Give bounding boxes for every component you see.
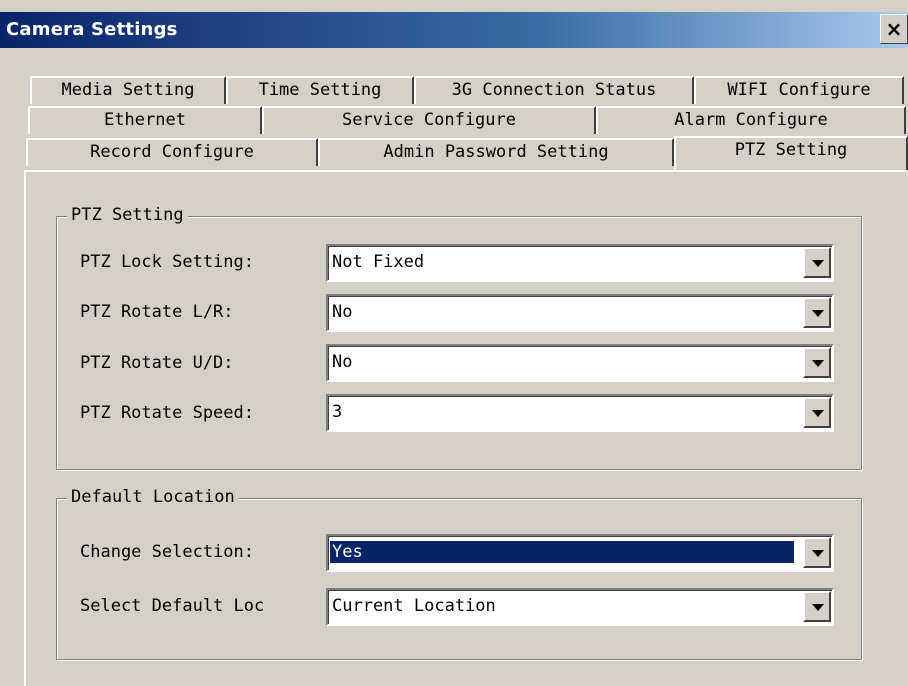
tab-record-configure[interactable]: Record Configure	[26, 138, 318, 166]
select-default-location-select[interactable]: Current Location	[326, 588, 834, 626]
change-selection-select[interactable]: Yes	[326, 534, 834, 572]
close-button[interactable]: ×	[880, 14, 908, 44]
window-title: Camera Settings	[6, 19, 178, 40]
tab-label: WIFI Configure	[727, 80, 871, 100]
ptz-rotate-speed-select[interactable]: 3	[326, 394, 834, 432]
tab-alarm-configure[interactable]: Alarm Configure	[596, 106, 906, 134]
chevron-down-icon[interactable]	[803, 591, 831, 622]
select-value: Current Location	[332, 596, 496, 616]
tab-label: Time Setting	[258, 80, 382, 100]
ptz-rotate-lr-select[interactable]: No	[326, 294, 834, 332]
tab-label: Ethernet	[104, 110, 186, 130]
tab-wifi-configure[interactable]: WIFI Configure	[694, 76, 904, 104]
group-title: Default Location	[67, 487, 239, 507]
tab-label: 3G Connection Status	[451, 80, 657, 100]
chevron-down-icon[interactable]	[803, 397, 831, 428]
ptz-lock-setting-select[interactable]: Not Fixed	[326, 244, 834, 282]
camera-settings-dialog: Camera Settings × Media Setting Time Set…	[0, 0, 908, 686]
field-label: Select Default Loc	[80, 596, 265, 616]
field-label: PTZ Rotate Speed:	[80, 403, 254, 423]
tab-service-configure[interactable]: Service Configure	[262, 106, 596, 134]
ptz-rotate-ud-select[interactable]: No	[326, 344, 834, 382]
chevron-down-icon[interactable]	[803, 247, 831, 278]
select-value: No	[332, 352, 353, 372]
tab-ethernet[interactable]: Ethernet	[28, 106, 262, 134]
field-label: PTZ Rotate U/D:	[80, 353, 234, 373]
tab-admin-password-setting[interactable]: Admin Password Setting	[318, 138, 674, 166]
select-value: 3	[332, 402, 343, 422]
field-label: Change Selection:	[80, 542, 254, 562]
tab-panel-ptz-setting: PTZ Setting PTZ Lock Setting: Not Fixed …	[24, 170, 908, 686]
tab-label: Service Configure	[342, 110, 516, 130]
field-label: PTZ Lock Setting:	[80, 252, 254, 272]
tab-label: Alarm Configure	[674, 110, 828, 130]
close-icon: ×	[885, 17, 903, 41]
default-location-group: Default Location	[56, 487, 862, 660]
select-value: No	[332, 302, 353, 322]
chevron-down-icon[interactable]	[803, 297, 831, 328]
tab-3g-connection-status[interactable]: 3G Connection Status	[414, 76, 694, 104]
tab-time-setting[interactable]: Time Setting	[226, 76, 414, 104]
tab-label: Media Setting	[61, 80, 195, 100]
chevron-down-icon[interactable]	[803, 537, 831, 568]
select-value: Not Fixed	[332, 252, 425, 272]
tab-ptz-setting[interactable]: PTZ Setting	[674, 136, 908, 170]
field-label: PTZ Rotate L/R:	[80, 302, 234, 322]
tab-label: Admin Password Setting	[383, 142, 609, 162]
tab-label: Record Configure	[90, 142, 254, 162]
select-value: Yes	[329, 540, 795, 564]
title-bar[interactable]: Camera Settings ×	[0, 12, 908, 48]
group-title: PTZ Setting	[67, 205, 188, 225]
chevron-down-icon[interactable]	[803, 347, 831, 378]
tab-media-setting[interactable]: Media Setting	[30, 76, 226, 104]
tab-label: PTZ Setting	[734, 140, 848, 160]
